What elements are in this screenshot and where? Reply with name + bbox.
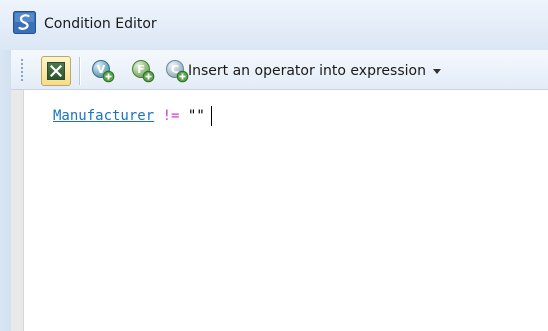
editor-gutter (11, 90, 24, 331)
expression-line: Manufacturer != "" (53, 106, 212, 126)
text-caret (210, 106, 212, 126)
condition-editor-window: Condition Editor V F C Insert an operato… (0, 0, 548, 331)
insert-constant-icon[interactable]: C (165, 59, 189, 83)
string-literal-token: "" (187, 108, 205, 124)
expression-toggle-icon (47, 62, 65, 80)
insert-function-icon[interactable]: F (131, 59, 155, 83)
field-reference-link[interactable]: Manufacturer (53, 106, 154, 126)
title-bar: Condition Editor (0, 0, 548, 50)
condition-editor-app-icon (13, 11, 36, 34)
expression-editor[interactable]: Manufacturer != "" (24, 90, 548, 331)
chevron-down-icon (432, 68, 441, 74)
expression-toggle-button[interactable] (41, 56, 71, 86)
toolbar-separator (79, 57, 80, 85)
window-title: Condition Editor (44, 16, 157, 32)
insert-operator-dropdown[interactable]: Insert an operator into expression (188, 60, 441, 82)
window-frame-left (0, 50, 11, 331)
insert-operator-label: Insert an operator into expression (188, 63, 426, 79)
insert-variable-icon[interactable]: V (91, 59, 115, 83)
toolbar-grip[interactable] (20, 58, 24, 82)
operator-token: != (162, 108, 180, 124)
